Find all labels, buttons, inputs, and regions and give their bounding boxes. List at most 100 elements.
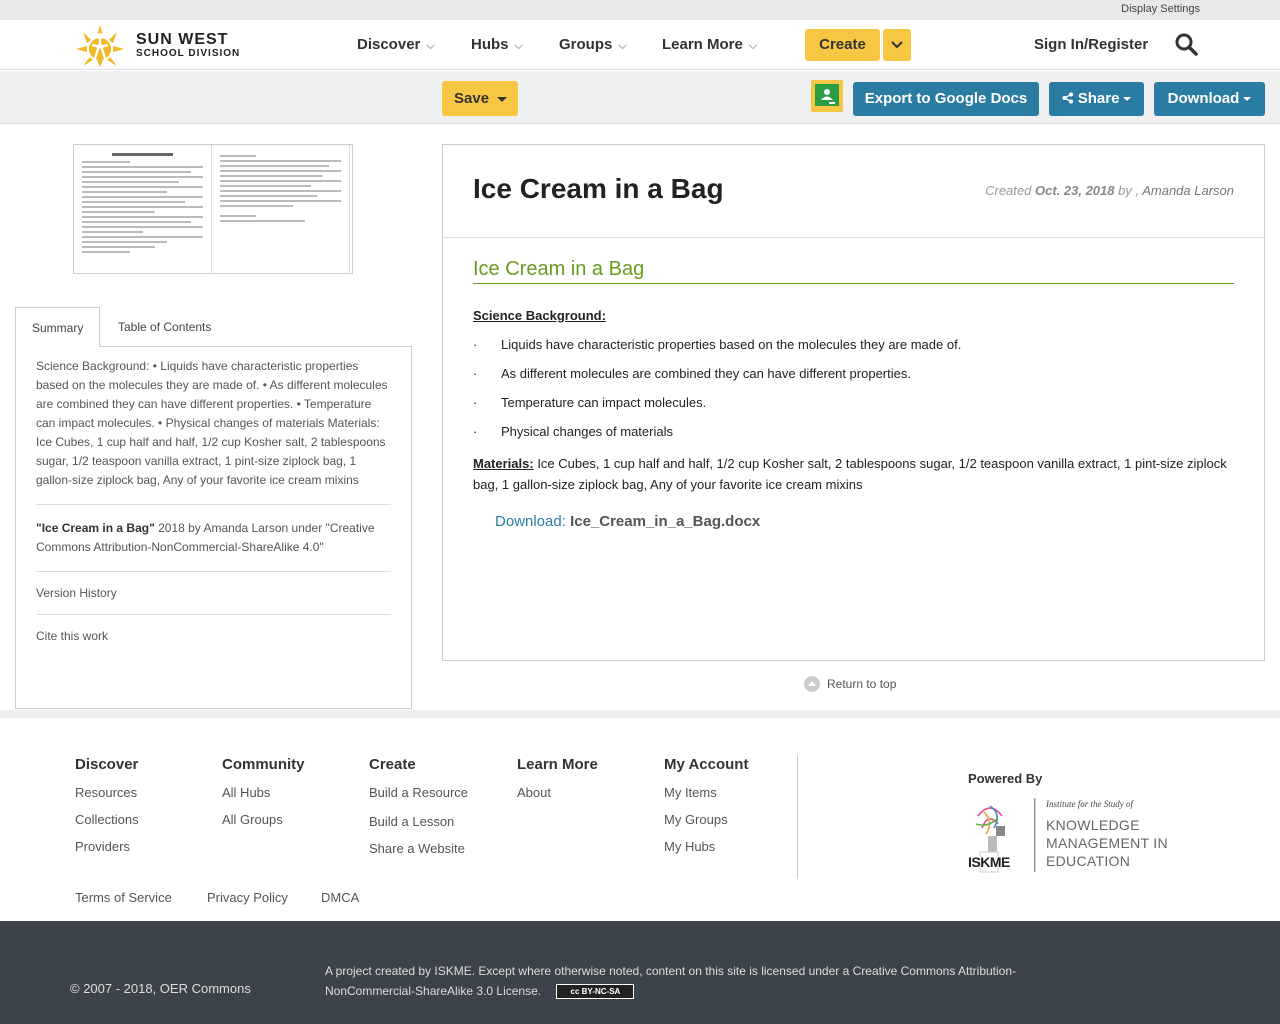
share-button[interactable]: Share — [1049, 82, 1144, 116]
display-settings-link[interactable]: Display Settings — [1121, 3, 1200, 15]
terms-of-service-link[interactable]: Terms of Service — [75, 890, 172, 905]
iskme-logo[interactable]: Institute for the Study of KNOWLEDGE MAN… — [968, 798, 1168, 874]
thumbnail-page-2[interactable] — [212, 145, 350, 273]
list-item: · Temperature can impact molecules. — [473, 395, 1234, 410]
privacy-policy-link[interactable]: Privacy Policy — [207, 890, 288, 905]
return-to-top-label: Return to top — [827, 677, 897, 691]
materials-text: Ice Cubes, 1 cup half and half, 1/2 cup … — [473, 456, 1227, 492]
footer-link-about[interactable]: About — [517, 785, 598, 800]
footer-heading: Learn More — [517, 756, 598, 773]
footer-heading: Create — [369, 756, 416, 773]
cite-this-work-link[interactable]: Cite this work — [36, 629, 391, 643]
footer-heading: My Account — [664, 756, 749, 773]
footer-col-my-account: My Account My Items My Groups My Hubs — [664, 756, 748, 866]
thumbnail-page-1[interactable] — [74, 145, 212, 273]
iskme-line: KNOWLEDGE — [1046, 817, 1140, 833]
create-dropdown-button[interactable] — [883, 29, 911, 61]
attribution-text: "Ice Cream in a Bag" 2018 by Amanda Lars… — [36, 519, 391, 557]
footer-link-share-website[interactable]: Share a Website — [369, 841, 468, 856]
sun-logo-icon — [70, 23, 130, 67]
nav-hubs-label: Hubs — [471, 36, 509, 53]
caret-down-icon — [1123, 97, 1132, 102]
footer-heading: Discover — [75, 756, 139, 773]
site-footer: Discover Resources Collections Providers… — [0, 710, 1280, 921]
cc-license-badge[interactable]: cc BY-NC-SA — [556, 984, 635, 1000]
google-classroom-button[interactable] — [811, 80, 843, 112]
bullet-dot: · — [473, 424, 478, 439]
download-filename[interactable]: Ice_Cream_in_a_Bag.docx — [570, 513, 760, 530]
google-classroom-icon — [815, 84, 839, 106]
download-label: Download — [1167, 90, 1240, 107]
resource-content: Ice Cream in a Bag Science Background: ·… — [443, 238, 1264, 550]
nav-discover[interactable]: Discover ⌵ — [357, 36, 435, 53]
chevron-down-icon: ⌵ — [514, 40, 523, 52]
export-google-docs-button[interactable]: Export to Google Docs — [853, 82, 1039, 116]
created-date: Oct. 23, 2018 — [1034, 183, 1115, 198]
sign-in-register-link[interactable]: Sign In/Register — [1034, 36, 1148, 53]
footer-link-build-resource[interactable]: Build a Resource — [369, 785, 468, 800]
footer-link-my-groups[interactable]: My Groups — [664, 812, 748, 827]
version-history-link[interactable]: Version History — [36, 586, 391, 600]
caret-down-icon — [497, 96, 508, 102]
search-icon[interactable] — [1174, 32, 1198, 59]
list-item-text: As different molecules are combined they… — [501, 366, 911, 381]
materials-paragraph: Materials: Ice Cubes, 1 cup half and hal… — [473, 453, 1234, 495]
list-item-text: Physical changes of materials — [501, 424, 673, 439]
site-logo[interactable]: SUN WEST SCHOOL DIVISION — [70, 23, 240, 67]
bullet-dot: · — [473, 366, 478, 381]
license-statement: A project created by ISKME. Except where… — [325, 964, 1017, 998]
main-navigation: SUN WEST SCHOOL DIVISION Discover ⌵ Hubs ⌵… — [0, 20, 1280, 70]
footer-link-all-groups[interactable]: All Groups — [222, 812, 305, 827]
summary-panel: Science Background: • Liquids have chara… — [15, 346, 412, 709]
bullet-dot: · — [473, 395, 478, 410]
list-item: · Physical changes of materials — [473, 424, 1234, 439]
footer-link-my-items[interactable]: My Items — [664, 785, 748, 800]
dmca-link[interactable]: DMCA — [321, 890, 359, 905]
download-file-link[interactable]: Download: Ice_Cream_in_a_Bag.docx — [473, 513, 1234, 530]
page-title: Ice Cream in a Bag — [473, 173, 724, 204]
document-thumbnails[interactable] — [73, 144, 353, 274]
iskme-wordmark: KNOWLEDGE MANAGEMENT IN EDUCATION — [1046, 816, 1168, 870]
chevron-down-icon — [891, 41, 903, 49]
create-button[interactable]: Create — [805, 29, 880, 61]
license-text: A project created by ISKME. Except where… — [325, 961, 1065, 1001]
download-button[interactable]: Download — [1154, 82, 1265, 116]
sidebar-tabs: Summary Table of Contents — [15, 307, 412, 347]
nav-groups[interactable]: Groups ⌵ — [559, 36, 627, 53]
divider — [36, 571, 391, 572]
author-link[interactable]: Amanda Larson — [1142, 183, 1234, 198]
footer-col-create: Create Build a Resource Build a Lesson S… — [369, 756, 468, 868]
footer-link-collections[interactable]: Collections — [75, 812, 139, 827]
attribution-title: "Ice Cream in a Bag" — [36, 521, 155, 535]
nav-hubs[interactable]: Hubs ⌵ — [471, 36, 523, 53]
summary-text: Science Background: • Liquids have chara… — [36, 359, 388, 487]
footer-link-resources[interactable]: Resources — [75, 785, 139, 800]
science-background-label: Science Background: — [473, 308, 606, 323]
divider — [36, 614, 391, 615]
list-item-text: Liquids have characteristic properties b… — [501, 337, 962, 352]
return-to-top-link[interactable]: Return to top — [804, 676, 896, 692]
tab-summary[interactable]: Summary — [15, 307, 101, 347]
footer-link-all-hubs[interactable]: All Hubs — [222, 785, 305, 800]
copyright-text: © 2007 - 2018, OER Commons — [70, 981, 251, 996]
tab-table-of-contents[interactable]: Table of Contents — [102, 307, 227, 347]
powered-by-label: Powered By — [968, 771, 1043, 786]
footer-link-providers[interactable]: Providers — [75, 839, 139, 854]
resource-main-panel: Ice Cream in a Bag Created Oct. 23, 2018… — [442, 144, 1265, 661]
nav-discover-label: Discover — [357, 36, 421, 53]
footer-link-build-lesson[interactable]: Build a Lesson — [369, 814, 468, 829]
created-label: Created — [985, 183, 1032, 198]
footer-divider — [797, 755, 798, 879]
top-utility-bar: Display Settings — [0, 0, 1280, 20]
save-button[interactable]: Save — [442, 81, 518, 116]
bullet-dot: · — [473, 337, 478, 352]
arrow-up-icon — [804, 676, 820, 692]
list-item: · As different molecules are combined the… — [473, 366, 1234, 381]
nav-learn-more[interactable]: Learn More ⌵ — [662, 36, 757, 53]
iskme-line: EDUCATION — [1046, 853, 1131, 869]
logo-title: SUN WEST — [136, 30, 229, 48]
download-label: Download: — [495, 513, 566, 530]
iskme-tagline: Institute for the Study of — [1046, 799, 1133, 809]
list-item-text: Temperature can impact molecules. — [501, 395, 707, 410]
footer-link-my-hubs[interactable]: My Hubs — [664, 839, 748, 854]
